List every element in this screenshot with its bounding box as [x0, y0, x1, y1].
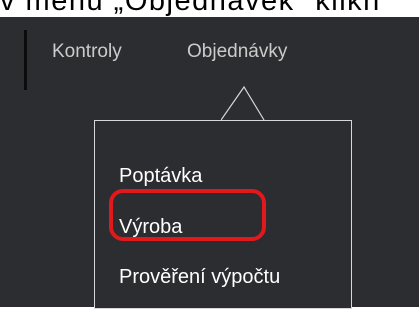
app-window: Kontroly Objednávky Poptávka Výroba Prov…: [0, 17, 419, 309]
menu-item-provereni-vypoctu[interactable]: Prověření výpočtu: [119, 266, 280, 289]
red-highlight-annotation: [109, 189, 266, 241]
nav-item-kontroly[interactable]: Kontroly: [52, 41, 122, 63]
menu-item-poptavka[interactable]: Poptávka: [119, 165, 202, 188]
dropdown-pointer-caret: [221, 85, 265, 121]
left-accent-bar: [24, 30, 27, 90]
nav-item-objednavky[interactable]: Objednávky: [187, 41, 287, 63]
